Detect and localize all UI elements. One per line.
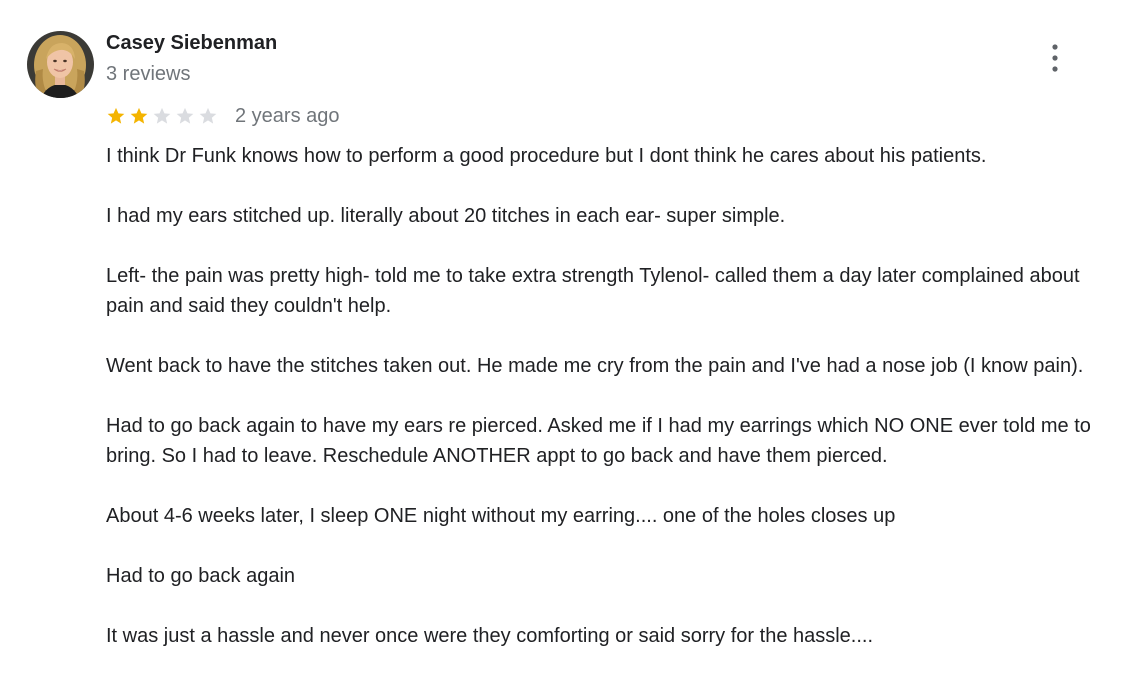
review-paragraph: I think Dr Funk knows how to perform a g…: [106, 145, 987, 167]
rating-row: 2 years ago: [106, 103, 340, 129]
review-paragraph: I had my ears stitched up. literally abo…: [106, 205, 786, 227]
star-filled-icon: [107, 107, 125, 124]
star-empty-icon: [176, 107, 194, 124]
more-vert-icon: [1052, 44, 1058, 72]
review-date: 2 years ago: [235, 104, 340, 127]
review-paragraph: Had to go back again to have my ears re …: [106, 415, 1091, 467]
avatar-photo-icon: [27, 31, 94, 98]
review-paragraph: It was just a hassle and never once were…: [106, 625, 874, 647]
more-options-button[interactable]: [1040, 42, 1070, 74]
review-paragraph: Had to go back again: [106, 565, 296, 587]
review-paragraph: About 4-6 weeks later, I sleep ONE night…: [106, 505, 896, 527]
review-text: I think Dr Funk knows how to perform a g…: [106, 141, 1114, 681]
review-paragraph: Left- the pain was pretty high- told me …: [106, 265, 1080, 317]
star-rating: [106, 106, 221, 126]
review-paragraph: Went back to have the stitches taken out…: [106, 355, 1084, 377]
star-empty-icon: [153, 107, 171, 124]
review-card: Casey Siebenman 3 reviews 2 years ago I …: [0, 0, 1128, 685]
reviewer-name[interactable]: Casey Siebenman: [106, 32, 277, 55]
reviewer-review-count: 3 reviews: [106, 63, 191, 85]
star-filled-icon: [130, 107, 148, 124]
star-empty-icon: [199, 107, 217, 124]
reviewer-avatar[interactable]: [27, 31, 94, 98]
